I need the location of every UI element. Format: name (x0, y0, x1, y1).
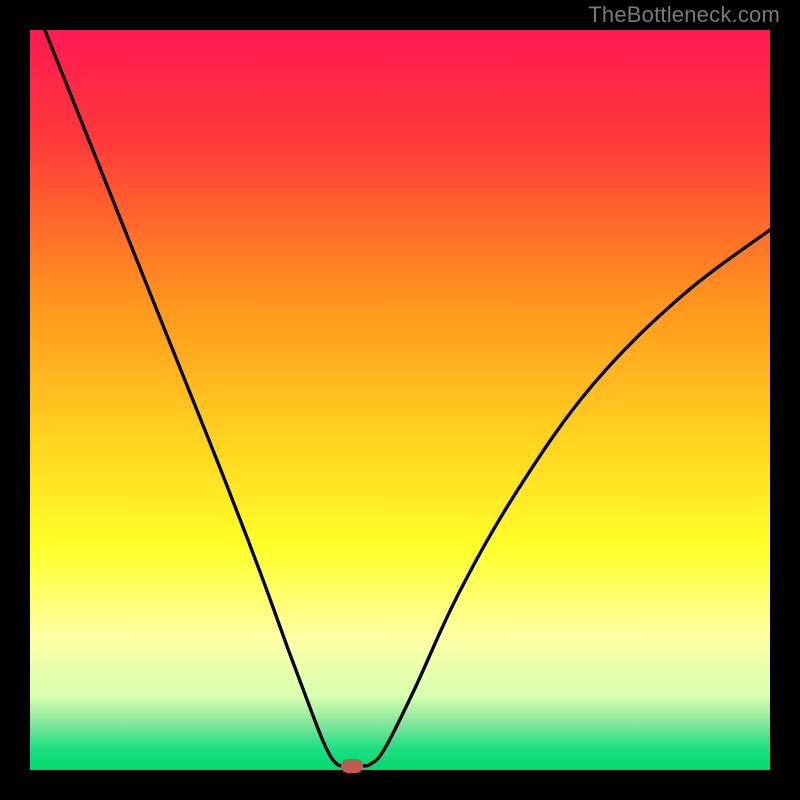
optimal-point-marker (341, 759, 363, 773)
plot-area (30, 30, 770, 770)
chart-stage: TheBottleneck.com (0, 0, 800, 800)
watermark-text: TheBottleneck.com (588, 2, 780, 28)
bottleneck-curve (45, 30, 770, 766)
curve-layer (30, 30, 770, 770)
